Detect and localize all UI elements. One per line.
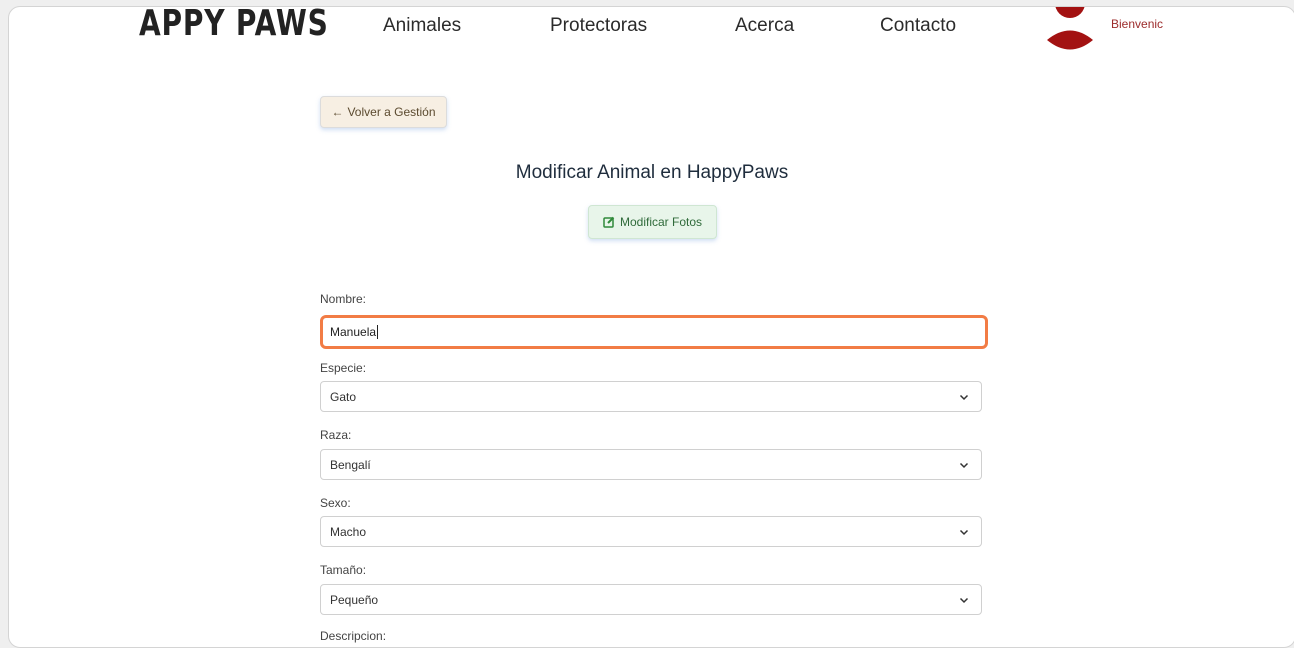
raza-label: Raza: <box>320 428 352 442</box>
user-avatar-icon[interactable] <box>1047 6 1093 55</box>
chevron-down-icon <box>959 462 969 468</box>
raza-select[interactable]: Bengalí <box>320 449 982 480</box>
modify-photos-label: Modificar Fotos <box>619 215 703 229</box>
nav-link-animales[interactable]: Animales <box>383 15 461 37</box>
nav-link-acerca[interactable]: Acerca <box>735 15 794 37</box>
edit-icon <box>603 216 615 228</box>
back-to-management-button[interactable]: ← Volver a Gestión <box>320 96 447 128</box>
nombre-input[interactable]: Manuela <box>320 315 988 349</box>
arrow-left-icon: ← <box>331 105 344 119</box>
chevron-down-icon <box>959 394 969 400</box>
tamano-value: Pequeño <box>330 592 379 607</box>
sexo-select[interactable]: Macho <box>320 516 982 547</box>
raza-value: Bengalí <box>330 457 371 472</box>
nombre-value: Manuela <box>330 325 377 339</box>
chevron-down-icon <box>959 597 969 603</box>
especie-value: Gato <box>330 389 357 404</box>
back-button-label: Volver a Gestión <box>347 105 436 119</box>
tamano-select[interactable]: Pequeño <box>320 584 982 615</box>
brand-logo[interactable]: APPY PAWS <box>139 7 329 44</box>
especie-select[interactable]: Gato <box>320 381 982 412</box>
page-title: Modificar Animal en HappyPaws <box>515 161 789 183</box>
tamano-label: Tamaño: <box>320 563 367 577</box>
sexo-label: Sexo: <box>320 496 351 510</box>
nav-link-protectoras[interactable]: Protectoras <box>550 15 647 37</box>
sexo-value: Macho <box>330 524 367 539</box>
modify-photos-button[interactable]: Modificar Fotos <box>588 205 717 239</box>
nav-link-contacto[interactable]: Contacto <box>880 15 956 37</box>
nombre-label: Nombre: <box>320 292 367 306</box>
text-caret <box>377 325 379 339</box>
welcome-text: Bienvenic <box>1111 17 1164 31</box>
especie-label: Especie: <box>320 361 367 375</box>
browser-viewport: APPY PAWS Animales Protectoras Acerca Co… <box>8 6 1294 648</box>
chevron-down-icon <box>959 529 969 535</box>
